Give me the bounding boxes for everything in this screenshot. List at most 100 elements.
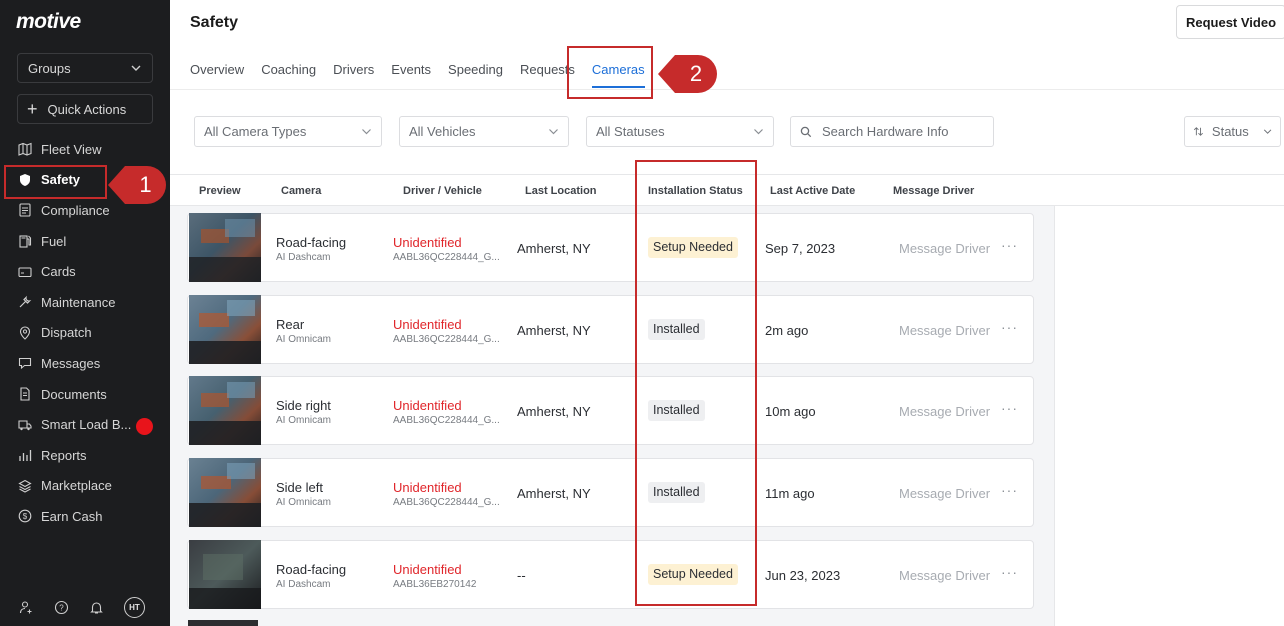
groups-label: Groups	[28, 60, 71, 76]
last-location: Amherst, NY	[517, 241, 591, 256]
table-row[interactable]: Road-facing AI Dashcam Unidentified AABL…	[187, 213, 1034, 282]
more-options-icon[interactable]: ···	[1001, 237, 1018, 253]
sidebar-item-cards[interactable]: Cards	[0, 256, 170, 287]
layers-icon	[18, 479, 32, 493]
message-driver-link[interactable]: Message Driver	[899, 241, 990, 256]
page-title: Safety	[190, 14, 239, 31]
table-row[interactable]: Rear AI Omnicam Unidentified AABL36QC228…	[187, 295, 1034, 364]
vehicle-id[interactable]: AABL36QC228444_G...	[393, 252, 500, 263]
camera-preview-thumbnail-partial	[188, 620, 258, 626]
last-active-date: Sep 7, 2023	[765, 241, 836, 256]
sidebar-item-marketplace[interactable]: Marketplace	[0, 471, 170, 502]
message-driver-link[interactable]: Message Driver	[899, 568, 990, 583]
annotation-box-cameras-tab	[567, 46, 653, 99]
column-header-last-location[interactable]: Last Location	[525, 185, 597, 197]
sidebar-item-reports[interactable]: Reports	[0, 440, 170, 471]
tab-coaching[interactable]: Coaching	[261, 62, 333, 88]
avatar[interactable]: HT	[124, 596, 145, 618]
motive-logo[interactable]: motive	[16, 10, 81, 34]
tab-speeding[interactable]: Speeding	[448, 62, 520, 88]
message-driver-link[interactable]: Message Driver	[899, 404, 990, 419]
sidebar-footer: ? HT	[0, 595, 170, 619]
tabs-divider	[170, 89, 1284, 90]
vehicle-filter-value: All Vehicles	[409, 124, 476, 139]
last-active-date: 11m ago	[765, 486, 815, 501]
more-options-icon[interactable]: ···	[1001, 319, 1018, 335]
chevron-down-icon	[131, 65, 141, 71]
sidebar-item-label: Fleet View	[41, 141, 102, 157]
vehicle-id[interactable]: AABL36EB270142	[393, 579, 476, 590]
vehicle-filter[interactable]: All Vehicles	[399, 116, 569, 147]
sidebar-item-fleet-view[interactable]: Fleet View	[0, 134, 170, 165]
chat-icon	[18, 358, 32, 370]
camera-type-filter[interactable]: All Camera Types	[194, 116, 382, 147]
sidebar-item-label: Documents	[41, 386, 107, 402]
vehicle-id[interactable]: AABL36QC228444_G...	[393, 334, 500, 345]
annotation-callout-1: 1	[108, 166, 166, 204]
message-driver-link[interactable]: Message Driver	[899, 323, 990, 338]
status-filter[interactable]: All Statuses	[586, 116, 774, 147]
groups-dropdown[interactable]: Groups	[17, 53, 153, 83]
sort-label: Status	[1211, 124, 1249, 139]
column-header-preview[interactable]: Preview	[199, 185, 241, 197]
camera-preview-thumbnail[interactable]	[189, 458, 261, 527]
more-options-icon[interactable]: ···	[1001, 482, 1018, 498]
column-header-message-driver[interactable]: Message Driver	[893, 185, 974, 197]
request-video-button[interactable]: Request Video	[1176, 5, 1284, 39]
quick-actions-button[interactable]: + Quick Actions	[17, 94, 153, 124]
camera-preview-thumbnail[interactable]	[189, 295, 261, 364]
column-header-camera[interactable]: Camera	[281, 185, 321, 197]
chevron-down-icon	[549, 129, 558, 135]
driver-name[interactable]: Unidentified	[393, 317, 462, 332]
wrench-icon	[19, 295, 32, 308]
sidebar-item-label: Marketplace	[41, 478, 112, 494]
help-icon[interactable]: ?	[54, 600, 69, 615]
chevron-down-icon	[362, 129, 371, 135]
tab-drivers[interactable]: Drivers	[333, 62, 391, 88]
chevron-down-icon	[1263, 129, 1272, 134]
driver-name[interactable]: Unidentified	[393, 480, 462, 495]
tab-events[interactable]: Events	[391, 62, 448, 88]
sidebar: motive Groups + Quick Actions Fleet View…	[0, 0, 170, 626]
vehicle-id[interactable]: AABL36QC228444_G...	[393, 497, 500, 508]
location-pin-icon	[19, 326, 31, 340]
sidebar-item-maintenance[interactable]: Maintenance	[0, 287, 170, 318]
camera-preview-thumbnail[interactable]	[189, 376, 261, 445]
sidebar-item-label: Maintenance	[41, 294, 116, 310]
quick-actions-label: Quick Actions	[47, 101, 127, 117]
message-driver-link[interactable]: Message Driver	[899, 486, 990, 501]
camera-type: AI Omnicam	[276, 334, 332, 345]
camera-preview-thumbnail[interactable]	[189, 213, 261, 282]
search-placeholder: Search Hardware Info	[822, 124, 949, 139]
camera-type: AI Dashcam	[276, 579, 331, 590]
camera-name: Side left	[276, 480, 323, 495]
annotation-box-safety	[4, 165, 107, 199]
sidebar-item-earn-cash[interactable]: $ Earn Cash	[0, 501, 170, 532]
sidebar-item-smart-load[interactable]: Smart Load B...	[0, 409, 170, 440]
column-header-driver-vehicle[interactable]: Driver / Vehicle	[403, 185, 482, 197]
driver-name[interactable]: Unidentified	[393, 562, 462, 577]
user-settings-icon[interactable]	[19, 600, 34, 615]
sidebar-item-documents[interactable]: Documents	[0, 379, 170, 410]
table-row[interactable]: Side right AI Omnicam Unidentified AABL3…	[187, 376, 1034, 445]
sort-dropdown[interactable]: Status	[1184, 116, 1281, 147]
sidebar-item-label: Messages	[41, 355, 101, 371]
vehicle-id[interactable]: AABL36QC228444_G...	[393, 415, 500, 426]
sidebar-item-fuel[interactable]: Fuel	[0, 226, 170, 257]
more-options-icon[interactable]: ···	[1001, 564, 1018, 580]
camera-type: AI Dashcam	[276, 252, 331, 263]
more-options-icon[interactable]: ···	[1001, 400, 1018, 416]
tab-overview[interactable]: Overview	[190, 62, 261, 88]
table-row[interactable]: Side left AI Omnicam Unidentified AABL36…	[187, 458, 1034, 527]
table-row[interactable]: Road-facing AI Dashcam Unidentified AABL…	[187, 540, 1034, 609]
hardware-search-input[interactable]: Search Hardware Info	[790, 116, 994, 147]
camera-type: AI Omnicam	[276, 415, 332, 426]
bell-icon[interactable]	[89, 600, 104, 615]
driver-name[interactable]: Unidentified	[393, 235, 462, 250]
driver-name[interactable]: Unidentified	[393, 398, 462, 413]
column-header-last-active-date[interactable]: Last Active Date	[770, 185, 855, 197]
sidebar-item-messages[interactable]: Messages	[0, 348, 170, 379]
sidebar-item-dispatch[interactable]: Dispatch	[0, 318, 170, 349]
camera-preview-thumbnail[interactable]	[189, 540, 261, 609]
last-location: Amherst, NY	[517, 404, 591, 419]
